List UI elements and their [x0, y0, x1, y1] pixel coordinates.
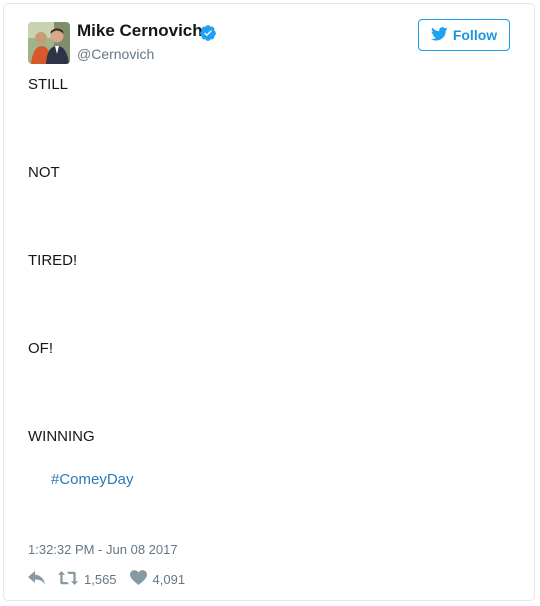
author-handle[interactable]: @Cernovich [77, 46, 154, 62]
twitter-bird-icon [430, 26, 448, 44]
verified-badge-icon [199, 24, 217, 42]
hashtag-link[interactable]: #ComeyDay [51, 471, 134, 488]
tweet-text-line: STILL [28, 76, 69, 93]
like-count: 4,091 [152, 571, 186, 587]
heart-icon [129, 570, 147, 588]
tweet-text-line: TIRED! [28, 252, 78, 269]
tweet-text-line: NOT [28, 164, 60, 181]
retweet-icon [58, 570, 78, 588]
reply-icon [28, 570, 46, 588]
tweet-actions: 1,565 4,091 [28, 570, 185, 588]
reply-button[interactable] [28, 570, 46, 588]
tweet-card: Mike Cernovich @Cernovich Follow STILL N… [3, 3, 535, 601]
follow-button-label: Follow [452, 27, 498, 43]
avatar[interactable] [28, 22, 70, 64]
retweet-count: 1,565 [84, 571, 117, 587]
author-name[interactable]: Mike Cernovich [77, 21, 203, 41]
follow-button[interactable]: Follow [418, 19, 510, 51]
like-button[interactable]: 4,091 [129, 570, 186, 588]
retweet-button[interactable]: 1,565 [58, 570, 117, 588]
tweet-text-line: OF! [28, 340, 53, 357]
tweet-timestamp[interactable]: 1:32:32 PM - Jun 08 2017 [28, 542, 178, 557]
tweet-text-line: WINNING [28, 428, 95, 445]
